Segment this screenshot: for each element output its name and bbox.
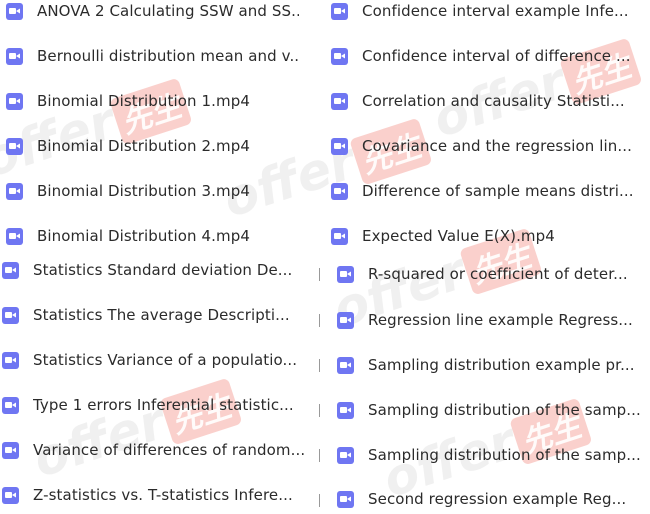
file-item[interactable]: Variance of differences of random... <box>2 435 305 465</box>
video-file-icon <box>331 137 348 155</box>
file-item[interactable]: Binomial Distribution 3.mp4 <box>6 176 299 206</box>
column-divider <box>319 268 320 281</box>
file-name: Binomial Distribution 4.mp4 <box>37 227 251 245</box>
file-name: ANOVA 2 Calculating SSW and SS... <box>37 2 299 20</box>
file-item[interactable]: Confidence interval example Infe... <box>331 0 640 26</box>
file-name: Sampling distribution example pr... <box>368 356 635 374</box>
file-name: Correlation and causality Statisti... <box>362 92 625 110</box>
file-name: Confidence interval of difference ... <box>362 47 631 65</box>
video-file-icon <box>6 47 23 65</box>
file-name: Covariance and the regression lin... <box>362 137 633 155</box>
column-divider <box>319 494 320 507</box>
file-name: Confidence interval example Infe... <box>362 2 629 20</box>
video-file-icon <box>337 356 354 374</box>
video-file-icon <box>337 490 354 508</box>
video-file-icon <box>331 92 348 110</box>
file-name: Binomial Distribution 2.mp4 <box>37 137 251 155</box>
file-name: Statistics Standard deviation De... <box>33 261 293 279</box>
file-item[interactable]: Type 1 errors Inferential statistic... <box>2 390 305 420</box>
video-file-icon <box>337 446 354 464</box>
video-file-icon <box>337 401 354 419</box>
file-item[interactable]: Difference of sample means distri... <box>331 176 640 206</box>
file-item[interactable]: Binomial Distribution 4.mp4 <box>6 221 299 251</box>
file-name: Regression line example Regress... <box>368 311 633 329</box>
video-file-icon <box>2 351 19 369</box>
file-item[interactable]: Regression line example Regress... <box>337 305 644 335</box>
file-name: Bernoulli distribution mean and v... <box>37 47 299 65</box>
video-file-icon <box>337 311 354 329</box>
video-file-icon <box>6 182 23 200</box>
video-file-icon <box>331 2 348 20</box>
file-name: R-squared or coefficient of deter... <box>368 265 628 283</box>
video-file-icon <box>331 182 348 200</box>
file-item[interactable]: Sampling distribution example pr... <box>337 350 644 380</box>
file-item[interactable]: Statistics Variance of a populatio... <box>2 345 305 375</box>
video-file-icon <box>6 137 23 155</box>
file-item[interactable]: Correlation and causality Statisti... <box>331 86 640 116</box>
file-name: Z-statistics vs. T-statistics Infere... <box>33 486 293 504</box>
video-file-icon <box>331 227 348 245</box>
video-file-icon <box>2 261 19 279</box>
video-file-icon <box>6 227 23 245</box>
video-file-icon <box>2 396 19 414</box>
file-item[interactable]: Statistics The average Descripti... <box>2 300 305 330</box>
file-item[interactable]: Second regression example Reg... <box>337 484 644 514</box>
file-item[interactable]: Bernoulli distribution mean and v... <box>6 41 299 71</box>
file-item[interactable]: Binomial Distribution 1.mp4 <box>6 86 299 116</box>
watermark: offer先生 <box>216 109 432 229</box>
column-divider <box>319 314 320 327</box>
file-name: Type 1 errors Inferential statistic... <box>33 396 294 414</box>
file-name: Binomial Distribution 3.mp4 <box>37 182 251 200</box>
file-item[interactable]: Covariance and the regression lin... <box>331 131 640 161</box>
file-name: Variance of differences of random... <box>33 441 305 459</box>
video-file-icon <box>337 265 354 283</box>
file-item[interactable]: Z-statistics vs. T-statistics Infere... <box>2 480 305 510</box>
watermark: offer先生 <box>26 369 242 489</box>
file-name: Expected Value E(X).mp4 <box>362 227 555 245</box>
file-item[interactable]: Sampling distribution of the samp... <box>337 440 644 470</box>
column-divider <box>319 449 320 462</box>
file-name: Sampling distribution of the samp... <box>368 446 641 464</box>
video-file-icon <box>2 306 19 324</box>
file-name: Statistics Variance of a populatio... <box>33 351 298 369</box>
file-item[interactable]: Expected Value E(X).mp4 <box>331 221 640 251</box>
file-item[interactable]: Binomial Distribution 2.mp4 <box>6 131 299 161</box>
column-divider <box>319 404 320 417</box>
file-item[interactable]: R-squared or coefficient of deter... <box>337 259 644 289</box>
video-file-icon <box>2 486 19 504</box>
file-name: Statistics The average Descripti... <box>33 306 290 324</box>
file-name: Second regression example Reg... <box>368 490 627 508</box>
file-item[interactable]: ANOVA 2 Calculating SSW and SS... <box>6 0 299 26</box>
video-file-icon <box>6 2 23 20</box>
file-item[interactable]: Sampling distribution of the samp... <box>337 395 644 425</box>
video-file-icon <box>331 47 348 65</box>
file-item[interactable]: Confidence interval of difference ... <box>331 41 640 71</box>
video-file-icon <box>6 92 23 110</box>
file-name: Sampling distribution of the samp... <box>368 401 641 419</box>
file-name: Binomial Distribution 1.mp4 <box>37 92 251 110</box>
video-file-icon <box>2 441 19 459</box>
file-name: Difference of sample means distri... <box>362 182 634 200</box>
column-divider <box>319 359 320 372</box>
file-item[interactable]: Statistics Standard deviation De... <box>2 255 305 285</box>
